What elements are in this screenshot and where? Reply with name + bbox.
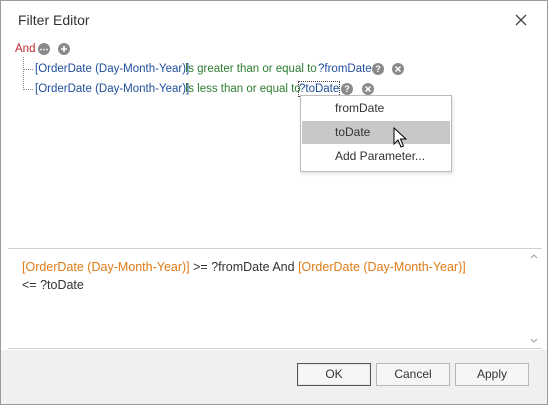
apply-button[interactable]: Apply	[455, 363, 529, 386]
help-icon: ?	[344, 83, 350, 94]
remove-icon	[364, 85, 372, 93]
close-icon	[515, 14, 527, 26]
expression-field-1: [OrderDate (Day-Month-Year)]	[22, 260, 190, 274]
expression-field-2: [OrderDate (Day-Month-Year)]	[298, 260, 466, 274]
filter-editor-window: Filter Editor And [OrderDate (Day-Month-…	[0, 0, 548, 405]
ellipsis-icon	[40, 48, 48, 50]
expression-part-2: <= ?toDate	[22, 278, 84, 292]
tree-connector	[23, 69, 33, 70]
tree-connector	[23, 89, 33, 90]
title-bar: Filter Editor	[1, 1, 547, 39]
condition-1-field[interactable]: [OrderDate (Day-Month-Year)]	[35, 62, 189, 76]
dropdown-item-todate[interactable]: toDate	[302, 121, 450, 144]
condition-1-value[interactable]: ?fromDate	[318, 62, 372, 76]
filter-expression[interactable]: [OrderDate (Day-Month-Year)] >= ?fromDat…	[22, 258, 522, 294]
dialog-footer: OK Cancel Apply	[1, 350, 547, 404]
vertical-scrollbar[interactable]	[528, 251, 540, 347]
cancel-button[interactable]: Cancel	[376, 363, 450, 386]
condition-2-field[interactable]: [OrderDate (Day-Month-Year)]	[35, 82, 189, 96]
expression-text-panel[interactable]: [OrderDate (Day-Month-Year)] >= ?fromDat…	[8, 249, 542, 349]
group-operator[interactable]: And	[15, 42, 35, 56]
parameter-dropdown: fromDate toDate Add Parameter...	[300, 95, 452, 172]
scroll-down-arrow-icon[interactable]	[528, 335, 540, 347]
condition-2-value[interactable]: ?toDate	[297, 81, 341, 97]
tree-connector	[23, 57, 24, 90]
mouse-pointer-icon	[393, 127, 407, 148]
scroll-up-arrow-icon[interactable]	[528, 251, 540, 263]
remove-icon	[394, 65, 402, 73]
window-title: Filter Editor	[18, 12, 90, 28]
dropdown-item-add-parameter[interactable]: Add Parameter...	[302, 145, 450, 168]
plus-icon	[61, 46, 67, 52]
add-condition-button[interactable]	[58, 43, 70, 55]
dropdown-item-fromdate[interactable]: fromDate	[302, 97, 450, 120]
condition-2-remove-button[interactable]	[362, 83, 374, 95]
condition-2-operator[interactable]: Is less than or equal to	[185, 82, 301, 96]
ok-button[interactable]: OK	[297, 363, 371, 386]
expression-part-1: >= ?fromDate And	[189, 260, 299, 274]
condition-1-help-button[interactable]: ?	[372, 63, 384, 75]
filter-tree-panel: And [OrderDate (Day-Month-Year)] Is grea…	[8, 39, 542, 247]
close-button[interactable]	[511, 10, 531, 30]
condition-2-help-button[interactable]: ?	[341, 83, 353, 95]
group-menu-button[interactable]	[38, 43, 50, 55]
condition-1-remove-button[interactable]	[392, 63, 404, 75]
condition-1-operator[interactable]: Is greater than or equal to	[185, 62, 317, 76]
help-icon: ?	[375, 63, 381, 74]
